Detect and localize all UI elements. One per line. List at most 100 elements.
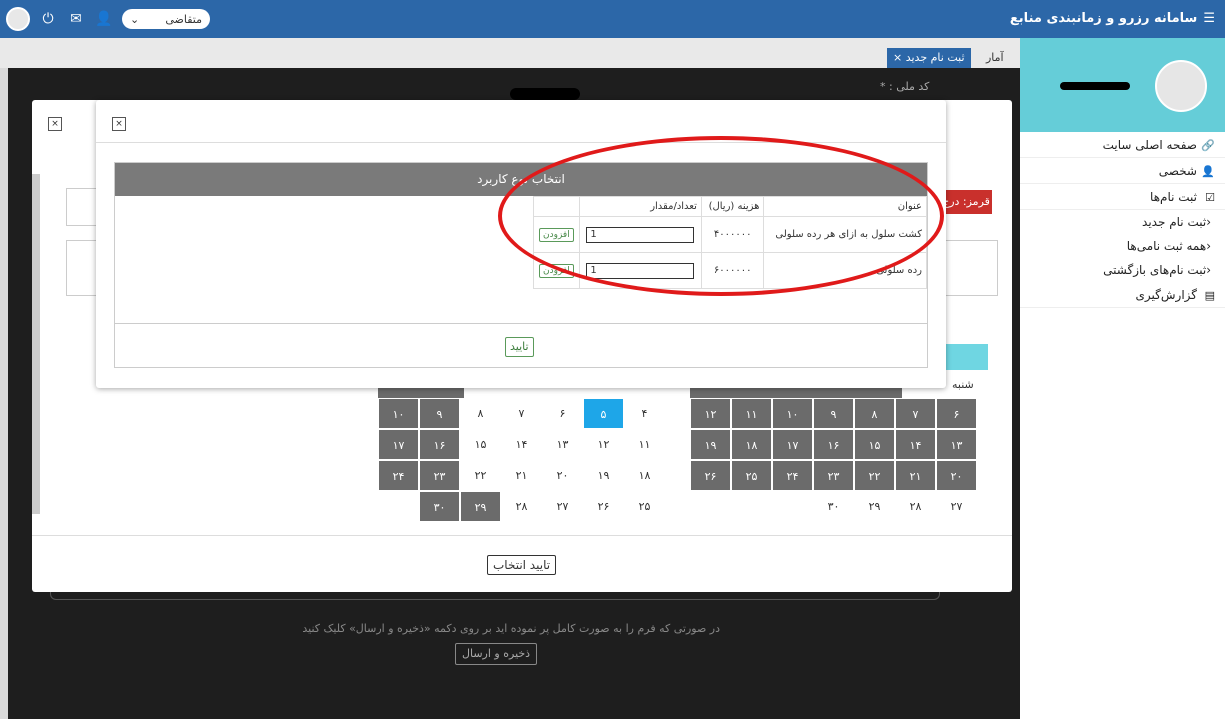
calendar-day[interactable]: ۶: [936, 398, 977, 429]
calendar-day[interactable]: ۱۴: [501, 429, 542, 460]
calendar-day[interactable]: ۱۱: [624, 429, 665, 460]
avatar[interactable]: [1155, 60, 1207, 112]
calendar-day[interactable]: ۱۷: [378, 429, 419, 460]
calendar-day: [772, 491, 813, 522]
sidebar-item-label: همه ثبت نامی‌ها: [1126, 239, 1207, 253]
status-badge: قرمز: درج: [940, 190, 992, 214]
calendar-day[interactable]: ۲۷: [936, 491, 977, 522]
footer-note: در صورتی که فرم را به صورت کامل پر نموده…: [302, 622, 720, 635]
calendar-day[interactable]: ۶: [542, 398, 583, 429]
chevron-down-icon: ⌄: [130, 12, 140, 26]
scrollbar[interactable]: [0, 68, 8, 719]
calendar-day[interactable]: ۲۰: [542, 460, 583, 491]
sidebar-item-label: شخصی: [1158, 164, 1197, 178]
top-icons: ⏻ ✉ 👤 متقاضی ⌄: [6, 6, 210, 32]
calendar-day[interactable]: ۵: [583, 398, 624, 429]
weekday-label: شنبه: [952, 378, 974, 391]
tab-stats[interactable]: آمار: [980, 48, 1010, 68]
calendar-day[interactable]: ۳۰: [419, 491, 460, 522]
calendar-day[interactable]: ۳۰: [813, 491, 854, 522]
calendar-day[interactable]: ۲۶: [690, 460, 731, 491]
redacted-username: [1060, 82, 1130, 90]
sidebar-item-label: ثبت نام جدید: [1142, 215, 1207, 229]
calendar-day[interactable]: ۲۲: [460, 460, 501, 491]
calendar-day[interactable]: ۹: [419, 398, 460, 429]
calendar-day[interactable]: ۲۳: [419, 460, 460, 491]
calendar-day[interactable]: ۱۶: [419, 429, 460, 460]
calendar-day[interactable]: ۲۲: [854, 460, 895, 491]
calendar-day[interactable]: ۱۹: [690, 429, 731, 460]
sidebar-item-home[interactable]: 🔗 صفحه اصلی سایت: [1020, 132, 1225, 158]
confirm-button[interactable]: تایید: [505, 337, 534, 357]
calendar-day[interactable]: ۸: [854, 398, 895, 429]
calendar-day[interactable]: ۷: [501, 398, 542, 429]
calendar-day[interactable]: ۲۶: [583, 491, 624, 522]
calendar-day[interactable]: ۱۹: [583, 460, 624, 491]
calendar-day[interactable]: ۱۳: [542, 429, 583, 460]
chevron-left-icon: ‹: [1206, 215, 1211, 229]
close-icon[interactable]: ×: [893, 51, 902, 64]
calendar-day[interactable]: ۱۱: [731, 398, 772, 429]
calendar-day[interactable]: ۸: [460, 398, 501, 429]
calendar-day[interactable]: ۲۵: [731, 460, 772, 491]
calendar-day: [690, 491, 731, 522]
calendar-day[interactable]: ۲۵: [624, 491, 665, 522]
calendar-day[interactable]: ۱۰: [378, 398, 419, 429]
calendar-day[interactable]: ۱۶: [813, 429, 854, 460]
calendar-day[interactable]: ۱۷: [772, 429, 813, 460]
calendar-day[interactable]: ۲۳: [813, 460, 854, 491]
calendar-day[interactable]: ۷: [895, 398, 936, 429]
vertical-scrollbar[interactable]: [32, 174, 40, 514]
calendar-day[interactable]: ۲۱: [895, 460, 936, 491]
user-icon[interactable]: 👤: [94, 11, 114, 27]
calendar-day[interactable]: ۱۲: [583, 429, 624, 460]
sidebar-item-label: ثبت نام‌ها: [1150, 190, 1197, 204]
close-button[interactable]: ×: [48, 117, 62, 131]
calendar-right: ۱۲ ۱۱ ۱۰ ۹ ۸ ۷ ۶ ۱۹ ۱۸ ۱۷ ۱۶ ۱۵ ۱۴ ۱۳ ۲۶ ۲۵ ۲۴ ۲۳ ۲۲ ۲۱ ۲۰ ۳۰…: [690, 398, 977, 522]
save-button[interactable]: ذخیره و ارسال: [455, 643, 538, 665]
sidebar-item-personal[interactable]: 👤 شخصی: [1020, 158, 1225, 184]
role-select-value: متقاضی: [165, 12, 202, 26]
input-frame[interactable]: [942, 240, 998, 296]
sidebar-item-new-registration[interactable]: ‹ثبت نام جدید: [1020, 210, 1225, 234]
calendar-day[interactable]: ۱۰: [772, 398, 813, 429]
calendar-day[interactable]: ۲۸: [895, 491, 936, 522]
calendar-day[interactable]: ۲۸: [501, 491, 542, 522]
calendar-day[interactable]: ۹: [813, 398, 854, 429]
calendar-day[interactable]: ۱۸: [731, 429, 772, 460]
calendar-day[interactable]: ۱۴: [895, 429, 936, 460]
calendar-day[interactable]: ۴: [624, 398, 665, 429]
sidebar-item-all-registrations[interactable]: ‹همه ثبت نامی‌ها: [1020, 234, 1225, 258]
menu-icon[interactable]: ☰: [1203, 0, 1215, 38]
calendar-day[interactable]: ۱۵: [854, 429, 895, 460]
close-button[interactable]: ×: [112, 117, 126, 131]
power-icon[interactable]: ⏻: [38, 11, 58, 27]
mail-icon[interactable]: ✉: [66, 11, 86, 27]
app-title: ☰ سامانه رزرو و زمانبندی منابع: [1010, 0, 1215, 38]
role-select[interactable]: متقاضی ⌄: [122, 9, 210, 29]
highlight-ellipse: [498, 136, 944, 296]
calendar-day[interactable]: ۲۹: [854, 491, 895, 522]
calendar-day[interactable]: ۲۴: [772, 460, 813, 491]
calendar-day[interactable]: ۱۵: [460, 429, 501, 460]
tab-new-registration[interactable]: ثبت نام جدید ×: [887, 48, 971, 68]
calendar-day[interactable]: ۲۰: [936, 460, 977, 491]
sidebar-item-returned-registrations[interactable]: ‹ثبت نام‌های بازگشتی: [1020, 258, 1225, 282]
calendar-day[interactable]: ۱۸: [624, 460, 665, 491]
divider: [32, 535, 1012, 536]
calendar-day[interactable]: ۲۷: [542, 491, 583, 522]
calendar-day[interactable]: ۱۲: [690, 398, 731, 429]
tab-new-registration-label: ثبت نام جدید: [905, 51, 965, 64]
calendar-strip: [378, 388, 464, 398]
avatar[interactable]: [6, 7, 30, 31]
sidebar: 🔗صفحه اصلی سایت 👤شخصی ☑ثبت نام‌ها ‹ثبت ن…: [1020, 38, 1225, 719]
calendar-day[interactable]: ۲۴: [378, 460, 419, 491]
tab-bar: آمار ثبت نام جدید ×: [0, 38, 1020, 68]
calendar-day[interactable]: ۱۳: [936, 429, 977, 460]
confirm-selection-button[interactable]: تایید انتخاب: [487, 555, 557, 575]
chevron-left-icon: ‹: [1206, 239, 1211, 253]
sidebar-item-reports[interactable]: ▤ گزارش‌گیری: [1020, 282, 1225, 308]
calendar-day[interactable]: ۲۱: [501, 460, 542, 491]
calendar-day[interactable]: ۲۹: [460, 491, 501, 522]
sidebar-item-registrations[interactable]: ☑ ثبت نام‌ها: [1020, 184, 1225, 210]
